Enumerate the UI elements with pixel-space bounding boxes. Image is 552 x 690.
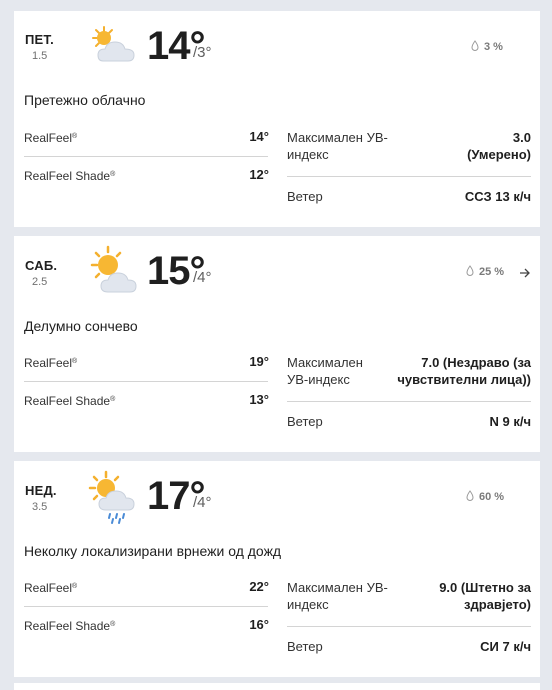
day-date: 2.5: [32, 276, 48, 288]
day-date: 1.5: [32, 50, 48, 62]
realfeel-shade-value: 12°: [249, 167, 269, 182]
temp-low: /3°: [193, 44, 212, 61]
uv-index-value: 3.0 (Умерено): [467, 130, 531, 162]
partly-cloudy-sun-icon: [86, 21, 146, 77]
forecast-phrase: Неколку локализирани врнежи од дожд: [24, 543, 282, 559]
day-date: 3.5: [32, 501, 48, 513]
wind-label: Ветер: [287, 414, 323, 429]
realfeel-value: 19°: [249, 354, 269, 369]
day-name: НЕД.: [25, 483, 57, 498]
wind-value: ССЗ 13 к/ч: [464, 189, 531, 204]
day-name: САБ.: [25, 258, 58, 273]
divider: [24, 606, 268, 607]
precipitation: 3 %: [471, 40, 503, 54]
temp-low: /4°: [193, 494, 212, 511]
realfeel-shade-value: 16°: [249, 617, 269, 632]
uv-index-value: 7.0 (Нездраво (за чувствителни лица)): [397, 355, 531, 387]
realfeel-shade-label: RealFeel Shade®: [24, 394, 116, 408]
realfeel-label: RealFeel®: [24, 131, 78, 145]
sun-behind-cloud-icon: [86, 244, 146, 300]
realfeel-value: 22°: [249, 579, 269, 594]
divider: [287, 401, 531, 402]
realfeel-value: 14°: [249, 129, 269, 144]
forecast-phrase: Претежно облачно: [24, 92, 146, 108]
forecast-phrase: Делумно сончево: [24, 318, 138, 334]
raindrop-icon: [471, 40, 479, 54]
realfeel-shade-label: RealFeel Shade®: [24, 169, 116, 183]
sun-cloud-rain-icon: [86, 469, 146, 525]
wind-value: СИ 7 к/ч: [480, 639, 531, 654]
uv-index-label: Максимален УВ-индекс: [287, 355, 363, 387]
divider: [287, 626, 531, 627]
precipitation-value: 3 %: [484, 41, 503, 53]
daily-forecast-card[interactable]: САБ. 2.5 15° /4° 25 % Делумно сончево Re…: [14, 236, 540, 452]
wind-value: N 9 к/ч: [489, 414, 531, 429]
precipitation: 25 %: [466, 265, 504, 279]
day-label: ПЕТ. 1.5: [25, 32, 65, 62]
day-label: САБ. 2.5: [25, 258, 65, 288]
precipitation-value: 25 %: [479, 266, 505, 278]
daily-forecast-card[interactable]: НЕД. 3.5 17° /4° 60 % Неколку локализира…: [14, 461, 540, 677]
arrow-right-icon[interactable]: [519, 266, 531, 281]
wind-label: Ветер: [287, 189, 323, 204]
realfeel-shade-value: 13°: [249, 392, 269, 407]
precipitation: 60 %: [466, 490, 504, 504]
precipitation-value: 60 %: [479, 491, 505, 503]
realfeel-shade-label: RealFeel Shade®: [24, 619, 116, 633]
realfeel-label: RealFeel®: [24, 356, 78, 370]
raindrop-icon: [466, 490, 474, 504]
wind-label: Ветер: [287, 639, 323, 654]
divider: [24, 156, 268, 157]
daily-forecast-card[interactable]: ПЕТ. 1.5 14° /3° 3 % Претежно облачно Re…: [14, 11, 540, 227]
next-card-edge: [14, 683, 540, 690]
day-label: НЕД. 3.5: [25, 483, 65, 513]
raindrop-icon: [466, 265, 474, 279]
realfeel-label: RealFeel®: [24, 581, 78, 595]
divider: [24, 381, 268, 382]
uv-index-value: 9.0 (Штетно за здравјето): [439, 580, 531, 612]
temp-low: /4°: [193, 269, 212, 286]
divider: [287, 176, 531, 177]
day-name: ПЕТ.: [25, 32, 54, 47]
